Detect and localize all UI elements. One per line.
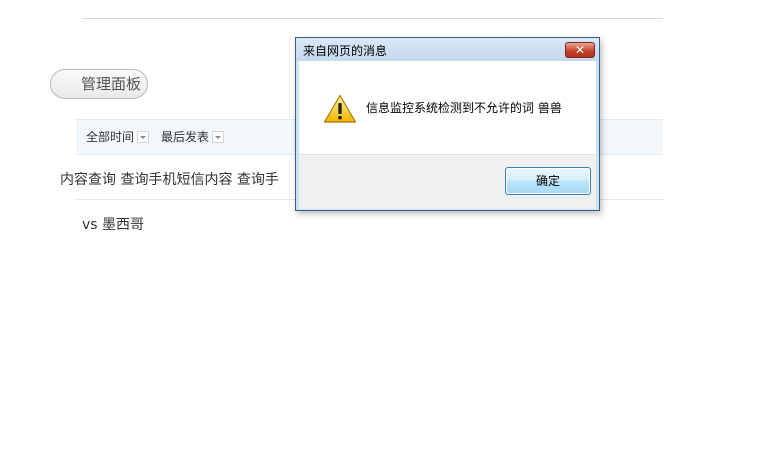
warning-icon	[323, 94, 357, 123]
filter-all-time[interactable]: 全部时间	[86, 129, 150, 145]
list-item-text[interactable]: vs 墨西哥	[82, 217, 144, 233]
page: 管理面板 全部时间 最后发表 内容查询 查询手机短信内容 查询手 vs 墨西哥 …	[0, 0, 768, 460]
dropdown-arrow-icon[interactable]	[212, 131, 225, 143]
list-item[interactable]: 内容查询 查询手机短信内容 查询手	[60, 169, 300, 189]
ok-button-label: 确定	[535, 174, 560, 188]
list-item-text[interactable]: 内容查询 查询手机短信内容 查询手	[60, 172, 279, 188]
dialog-body: 信息监控系统检测到不允许的词 兽兽 确定	[299, 61, 596, 209]
top-divider	[82, 18, 663, 19]
filter-last-post[interactable]: 最后发表	[161, 129, 225, 145]
dialog-footer: 确定	[299, 154, 596, 209]
dialog-message: 信息监控系统检测到不允许的词 兽兽	[366, 101, 562, 115]
dialog-titlebar[interactable]: 来自网页的消息 ✕	[296, 38, 599, 61]
filter-all-time-label: 全部时间	[86, 130, 135, 144]
dialog-title: 来自网页的消息	[303, 44, 388, 58]
ok-button[interactable]: 确定	[505, 167, 591, 195]
alert-dialog: 来自网页的消息 ✕ 信息监控系统检测到不允许的词 兽兽 确定	[295, 37, 600, 211]
close-icon: ✕	[574, 43, 586, 57]
dialog-content: 信息监控系统检测到不允许的词 兽兽	[299, 61, 596, 154]
filter-last-post-label: 最后发表	[161, 130, 210, 144]
dropdown-arrow-icon[interactable]	[137, 131, 150, 143]
manage-panel-button[interactable]: 管理面板	[50, 69, 148, 99]
manage-panel-label: 管理面板	[81, 75, 142, 93]
close-button[interactable]: ✕	[565, 42, 595, 58]
list-item[interactable]: vs 墨西哥	[82, 214, 144, 234]
